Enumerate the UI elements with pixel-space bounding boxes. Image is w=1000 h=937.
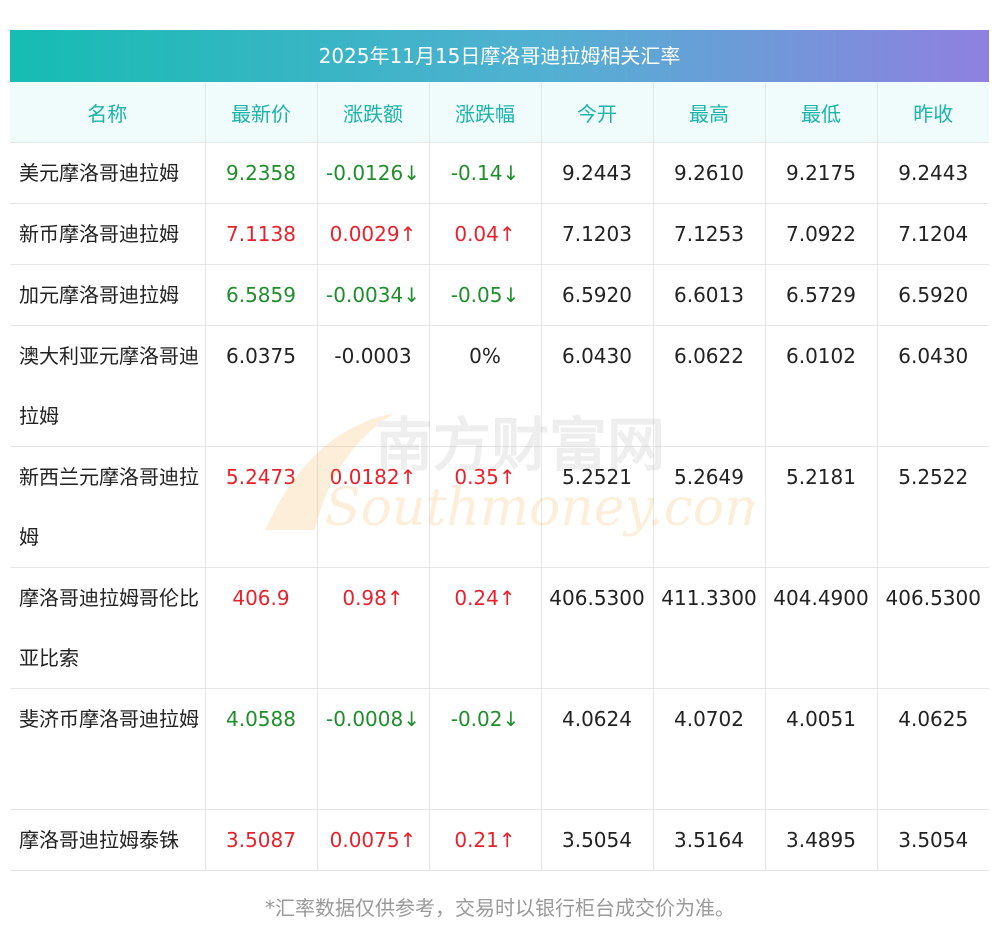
latest-cell: 4.0588 — [204, 688, 317, 810]
header-name: 名称 — [10, 82, 205, 143]
prev-close-cell: 7.1204 — [876, 203, 989, 265]
low-cell: 3.4895 — [764, 809, 877, 871]
latest-cell: 406.9 — [204, 567, 317, 689]
table-row: 美元摩洛哥迪拉姆 9.2358 -0.0126↓ -0.14↓ 9.2443 9.2610… — [10, 142, 989, 204]
pair-name: 摩洛哥迪拉姆泰铢 — [10, 809, 205, 871]
latest-cell: 6.0375 — [204, 325, 317, 447]
pair-name: 斐济币摩洛哥迪拉姆 — [10, 688, 205, 810]
high-cell: 6.6013 — [652, 264, 765, 326]
change-pct-cell: -0.02↓ — [428, 688, 541, 810]
open-cell: 4.0624 — [540, 688, 653, 810]
header-change-pct: 涨跌幅 — [428, 82, 541, 143]
change-cell: -0.0126↓ — [316, 142, 429, 204]
table-row: 新币摩洛哥迪拉姆 7.1138 0.0029↑ 0.04↑ 7.1203 7.1253 7.… — [10, 203, 989, 265]
low-cell: 9.2175 — [764, 142, 877, 204]
change-pct-cell: 0.04↑ — [428, 203, 541, 265]
pair-name: 摩洛哥迪拉姆哥伦比亚比索 — [10, 567, 205, 689]
open-cell: 406.5300 — [540, 567, 653, 689]
open-cell: 6.0430 — [540, 325, 653, 447]
table-title: 2025年11月15日摩洛哥迪拉姆相关汇率 — [10, 30, 989, 82]
prev-close-cell: 406.5300 — [876, 567, 989, 689]
header-open: 今开 — [540, 82, 653, 143]
latest-cell: 9.2358 — [204, 142, 317, 204]
latest-cell: 7.1138 — [204, 203, 317, 265]
open-cell: 6.5920 — [540, 264, 653, 326]
change-cell: -0.0034↓ — [316, 264, 429, 326]
header-latest: 最新价 — [204, 82, 317, 143]
open-cell: 9.2443 — [540, 142, 653, 204]
pair-name: 加元摩洛哥迪拉姆 — [10, 264, 205, 326]
change-cell: -0.0008↓ — [316, 688, 429, 810]
pair-name: 美元摩洛哥迪拉姆 — [10, 142, 205, 204]
header-low: 最低 — [764, 82, 877, 143]
pair-name: 新西兰元摩洛哥迪拉姆 — [10, 446, 205, 568]
high-cell: 4.0702 — [652, 688, 765, 810]
open-cell: 3.5054 — [540, 809, 653, 871]
open-cell: 7.1203 — [540, 203, 653, 265]
change-pct-cell: -0.14↓ — [428, 142, 541, 204]
change-pct-cell: 0.24↑ — [428, 567, 541, 689]
prev-close-cell: 4.0625 — [876, 688, 989, 810]
header-prev-close: 昨收 — [876, 82, 989, 143]
pair-name: 新币摩洛哥迪拉姆 — [10, 203, 205, 265]
high-cell: 9.2610 — [652, 142, 765, 204]
change-cell: -0.0003 — [316, 325, 429, 447]
table-row: 澳大利亚元摩洛哥迪拉姆 6.0375 -0.0003 0% 6.0430 6.0622 6.… — [10, 325, 989, 447]
high-cell: 6.0622 — [652, 325, 765, 447]
table-row: 新西兰元摩洛哥迪拉姆 5.2473 0.0182↑ 0.35↑ 5.2521 5.2649… — [10, 446, 989, 568]
change-cell: 0.0029↑ — [316, 203, 429, 265]
low-cell: 6.5729 — [764, 264, 877, 326]
prev-close-cell: 6.5920 — [876, 264, 989, 326]
prev-close-cell: 9.2443 — [876, 142, 989, 204]
pair-name: 澳大利亚元摩洛哥迪拉姆 — [10, 325, 205, 447]
change-pct-cell: 0% — [428, 325, 541, 447]
low-cell: 404.4900 — [764, 567, 877, 689]
table-row: 摩洛哥迪拉姆哥伦比亚比索 406.9 0.98↑ 0.24↑ 406.5300 411.3… — [10, 567, 989, 689]
table-row: 斐济币摩洛哥迪拉姆 4.0588 -0.0008↓ -0.02↓ 4.0624 4.070… — [10, 688, 989, 810]
latest-cell: 3.5087 — [204, 809, 317, 871]
low-cell: 5.2181 — [764, 446, 877, 568]
disclaimer-note: *汇率数据仅供参考，交易时以银行柜台成交价为准。 — [265, 896, 735, 920]
change-cell: 0.0182↑ — [316, 446, 429, 568]
low-cell: 4.0051 — [764, 688, 877, 810]
high-cell: 7.1253 — [652, 203, 765, 265]
latest-cell: 5.2473 — [204, 446, 317, 568]
header-high: 最高 — [652, 82, 765, 143]
change-cell: 0.0075↑ — [316, 809, 429, 871]
open-cell: 5.2521 — [540, 446, 653, 568]
table-row: 加元摩洛哥迪拉姆 6.5859 -0.0034↓ -0.05↓ 6.5920 6.6013… — [10, 264, 989, 326]
rates-panel: 2025年11月15日摩洛哥迪拉姆相关汇率 名称 最新价 涨跌额 涨跌幅 今开 … — [10, 30, 989, 871]
header-row: 名称 最新价 涨跌额 涨跌幅 今开 最高 最低 昨收 — [10, 82, 989, 143]
change-cell: 0.98↑ — [316, 567, 429, 689]
table-row: 摩洛哥迪拉姆泰铢 3.5087 0.0075↑ 0.21↑ 3.5054 3.5164 3.… — [10, 809, 989, 871]
header-change: 涨跌额 — [316, 82, 429, 143]
prev-close-cell: 5.2522 — [876, 446, 989, 568]
change-pct-cell: 0.21↑ — [428, 809, 541, 871]
change-pct-cell: 0.35↑ — [428, 446, 541, 568]
rates-table: 名称 最新价 涨跌额 涨跌幅 今开 最高 最低 昨收 美元摩洛哥迪拉姆 9.235… — [10, 82, 989, 871]
low-cell: 6.0102 — [764, 325, 877, 447]
prev-close-cell: 6.0430 — [876, 325, 989, 447]
change-pct-cell: -0.05↓ — [428, 264, 541, 326]
prev-close-cell: 3.5054 — [876, 809, 989, 871]
high-cell: 3.5164 — [652, 809, 765, 871]
high-cell: 5.2649 — [652, 446, 765, 568]
low-cell: 7.0922 — [764, 203, 877, 265]
latest-cell: 6.5859 — [204, 264, 317, 326]
high-cell: 411.3300 — [652, 567, 765, 689]
